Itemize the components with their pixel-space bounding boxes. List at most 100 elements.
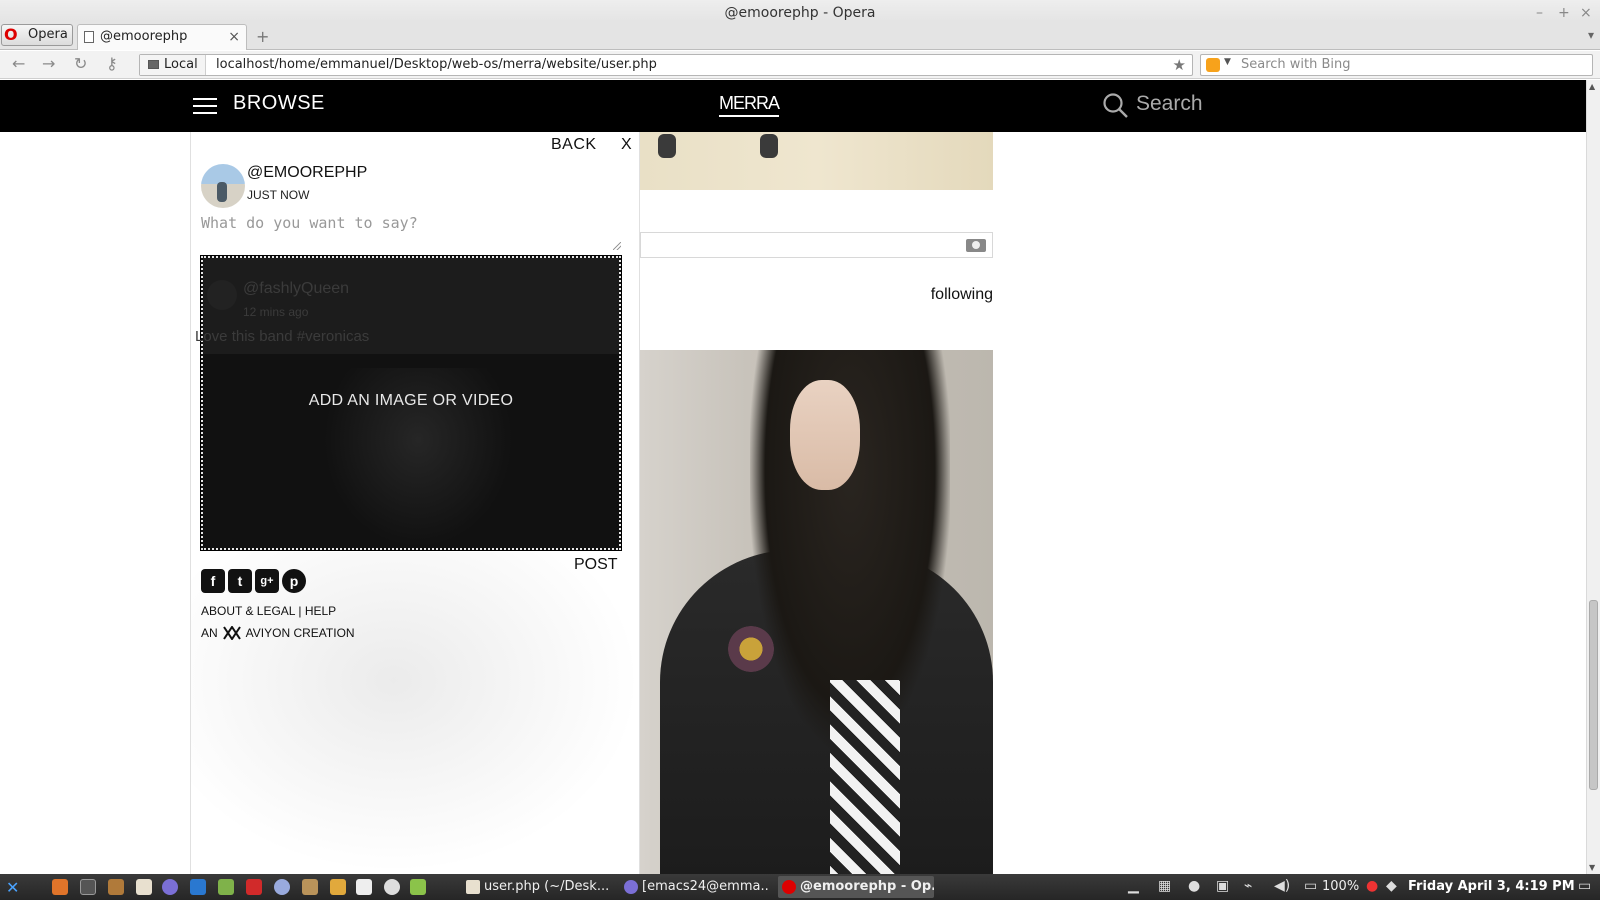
- browse-link[interactable]: BROWSE: [233, 92, 325, 115]
- address-bar[interactable]: Local localhost/home/emmanuel/Desktop/we…: [139, 54, 1193, 76]
- facebook-icon[interactable]: f: [201, 569, 225, 593]
- clock[interactable]: Friday April 3, 4:19 PM: [1408, 874, 1575, 900]
- tab-menu-chevron-icon[interactable]: ▾: [1588, 28, 1594, 42]
- archive-icon[interactable]: [108, 879, 124, 895]
- social-links: f t g+ p: [201, 569, 309, 593]
- user-icon[interactable]: ●: [1188, 878, 1200, 894]
- scroll-down-icon[interactable]: ▼: [1589, 863, 1595, 872]
- image-detail: [790, 380, 860, 490]
- writer-icon[interactable]: [190, 879, 206, 895]
- task-emacs[interactable]: [emacs24@emma...: [620, 876, 770, 898]
- terminal-icon[interactable]: [80, 879, 96, 895]
- workspace-grid-icon[interactable]: ▦: [1158, 878, 1171, 894]
- comment-input[interactable]: [640, 232, 993, 258]
- back-button[interactable]: BACK: [551, 136, 597, 154]
- page-content: following BACK X @EMOOREPHP JUST NOW @fa…: [0, 132, 1586, 874]
- task-opera[interactable]: @emoorephp - Op...: [778, 876, 934, 898]
- post-image[interactable]: [640, 350, 993, 874]
- url-text[interactable]: localhost/home/emmanuel/Desktop/web-os/m…: [216, 55, 657, 75]
- close-button[interactable]: X: [621, 136, 632, 154]
- show-desktop-icon[interactable]: ▁: [1128, 878, 1139, 894]
- panel-background: [191, 552, 639, 874]
- username[interactable]: @EMOOREPHP: [247, 164, 367, 182]
- bing-icon[interactable]: [1206, 58, 1220, 72]
- reload-icon[interactable]: ↻: [74, 54, 87, 73]
- shield-icon[interactable]: ◆: [1386, 878, 1397, 894]
- security-badge[interactable]: Local: [140, 55, 206, 75]
- clipboard-icon[interactable]: ▣: [1216, 878, 1229, 894]
- notifications-icon[interactable]: ▭: [1578, 878, 1591, 894]
- browser-search-field[interactable]: ▼ Search with Bing: [1200, 54, 1593, 76]
- start-menu-icon[interactable]: ✕: [6, 878, 19, 897]
- media-upload-zone[interactable]: @fashlyQueen 12 mins ago Love this band …: [195, 255, 622, 551]
- window-title: @emoorephp - Opera: [724, 5, 876, 21]
- task-label: [emacs24@emma...: [642, 879, 770, 894]
- aviyon-logo-icon: [222, 626, 241, 640]
- upload-label[interactable]: ADD AN IMAGE OR VIDEO: [203, 392, 619, 410]
- opera-logo-icon: [782, 880, 796, 894]
- volume-icon[interactable]: ◀): [1274, 878, 1290, 894]
- footer-credit: AN AVIYON CREATION: [201, 626, 355, 640]
- document-icon[interactable]: [356, 879, 372, 895]
- resize-grip-icon[interactable]: [613, 242, 621, 250]
- android-icon[interactable]: [410, 879, 426, 895]
- image-viewer-icon[interactable]: [330, 879, 346, 895]
- image-detail: [658, 134, 676, 158]
- paint-icon[interactable]: [274, 879, 290, 895]
- credit-prefix: AN: [201, 626, 218, 640]
- new-tab-button[interactable]: +: [256, 27, 269, 46]
- media-player-icon[interactable]: [384, 879, 400, 895]
- back-arrow-icon[interactable]: ←: [12, 54, 25, 73]
- background-post-time: 12 mins ago: [243, 305, 309, 319]
- battery-icon[interactable]: ▭: [1304, 878, 1317, 894]
- search-label[interactable]: Search: [1136, 92, 1203, 116]
- credit-suffix[interactable]: AVIYON CREATION: [246, 626, 355, 640]
- post-image[interactable]: [640, 132, 993, 190]
- twitter-icon[interactable]: t: [228, 569, 252, 593]
- opera-menu-button[interactable]: O Opera: [1, 24, 73, 46]
- task-label: user.php (~/Desk...: [484, 879, 610, 894]
- google-plus-icon[interactable]: g+: [255, 569, 279, 593]
- close-tab-icon[interactable]: ×: [228, 25, 240, 49]
- key-icon[interactable]: ⚷: [106, 54, 118, 73]
- text-editor-icon[interactable]: [136, 879, 152, 895]
- site-header: BROWSE MERRA Search: [0, 80, 1586, 132]
- background-post-user: @fashlyQueen: [243, 280, 350, 297]
- hamburger-menu-icon[interactable]: [193, 98, 217, 114]
- network-icon[interactable]: ⌁: [1244, 878, 1252, 894]
- post-button[interactable]: POST: [574, 556, 618, 574]
- avatar[interactable]: [201, 164, 245, 208]
- scrollbar-thumb[interactable]: [1589, 600, 1598, 790]
- following-link[interactable]: following: [931, 286, 993, 304]
- compose-textarea[interactable]: [201, 212, 621, 250]
- pinterest-icon[interactable]: p: [282, 569, 306, 593]
- site-logo[interactable]: MERRA: [719, 93, 780, 117]
- text-editor-icon: [466, 880, 480, 894]
- tab-emoorephp[interactable]: @emoorephp ×: [77, 24, 247, 50]
- search-icon[interactable]: [1102, 92, 1130, 120]
- search-placeholder: Search with Bing: [1241, 57, 1351, 72]
- image-detail: [728, 626, 774, 672]
- firefox-icon[interactable]: [52, 879, 68, 895]
- footer-links[interactable]: ABOUT & LEGAL | HELP: [201, 604, 336, 618]
- emacs-icon[interactable]: [162, 879, 178, 895]
- avatar: [207, 280, 237, 310]
- task-user-php[interactable]: user.php (~/Desk...: [462, 876, 612, 898]
- filezilla-icon[interactable]: [246, 879, 262, 895]
- task-label: @emoorephp - Op...: [800, 879, 934, 894]
- page-icon: [84, 31, 94, 43]
- gimp-icon[interactable]: [302, 879, 318, 895]
- opera-tray-icon[interactable]: ●: [1366, 878, 1378, 894]
- image-detail: [830, 680, 900, 874]
- forward-arrow-icon[interactable]: →: [42, 54, 55, 73]
- file-manager-icon[interactable]: [218, 879, 234, 895]
- vertical-scrollbar[interactable]: ▲ ▼: [1586, 80, 1600, 874]
- dropdown-arrow-icon[interactable]: ▼: [1224, 57, 1231, 67]
- camera-icon[interactable]: [966, 239, 986, 252]
- background-post-text: Love this band #veronicas: [195, 328, 370, 345]
- star-icon[interactable]: ★: [1173, 55, 1186, 75]
- scroll-up-icon[interactable]: ▲: [1589, 82, 1595, 91]
- opera-logo-icon: O: [4, 25, 18, 44]
- emacs-icon: [624, 880, 638, 894]
- tab-bar: O Opera @emoorephp × + ▾: [0, 22, 1600, 50]
